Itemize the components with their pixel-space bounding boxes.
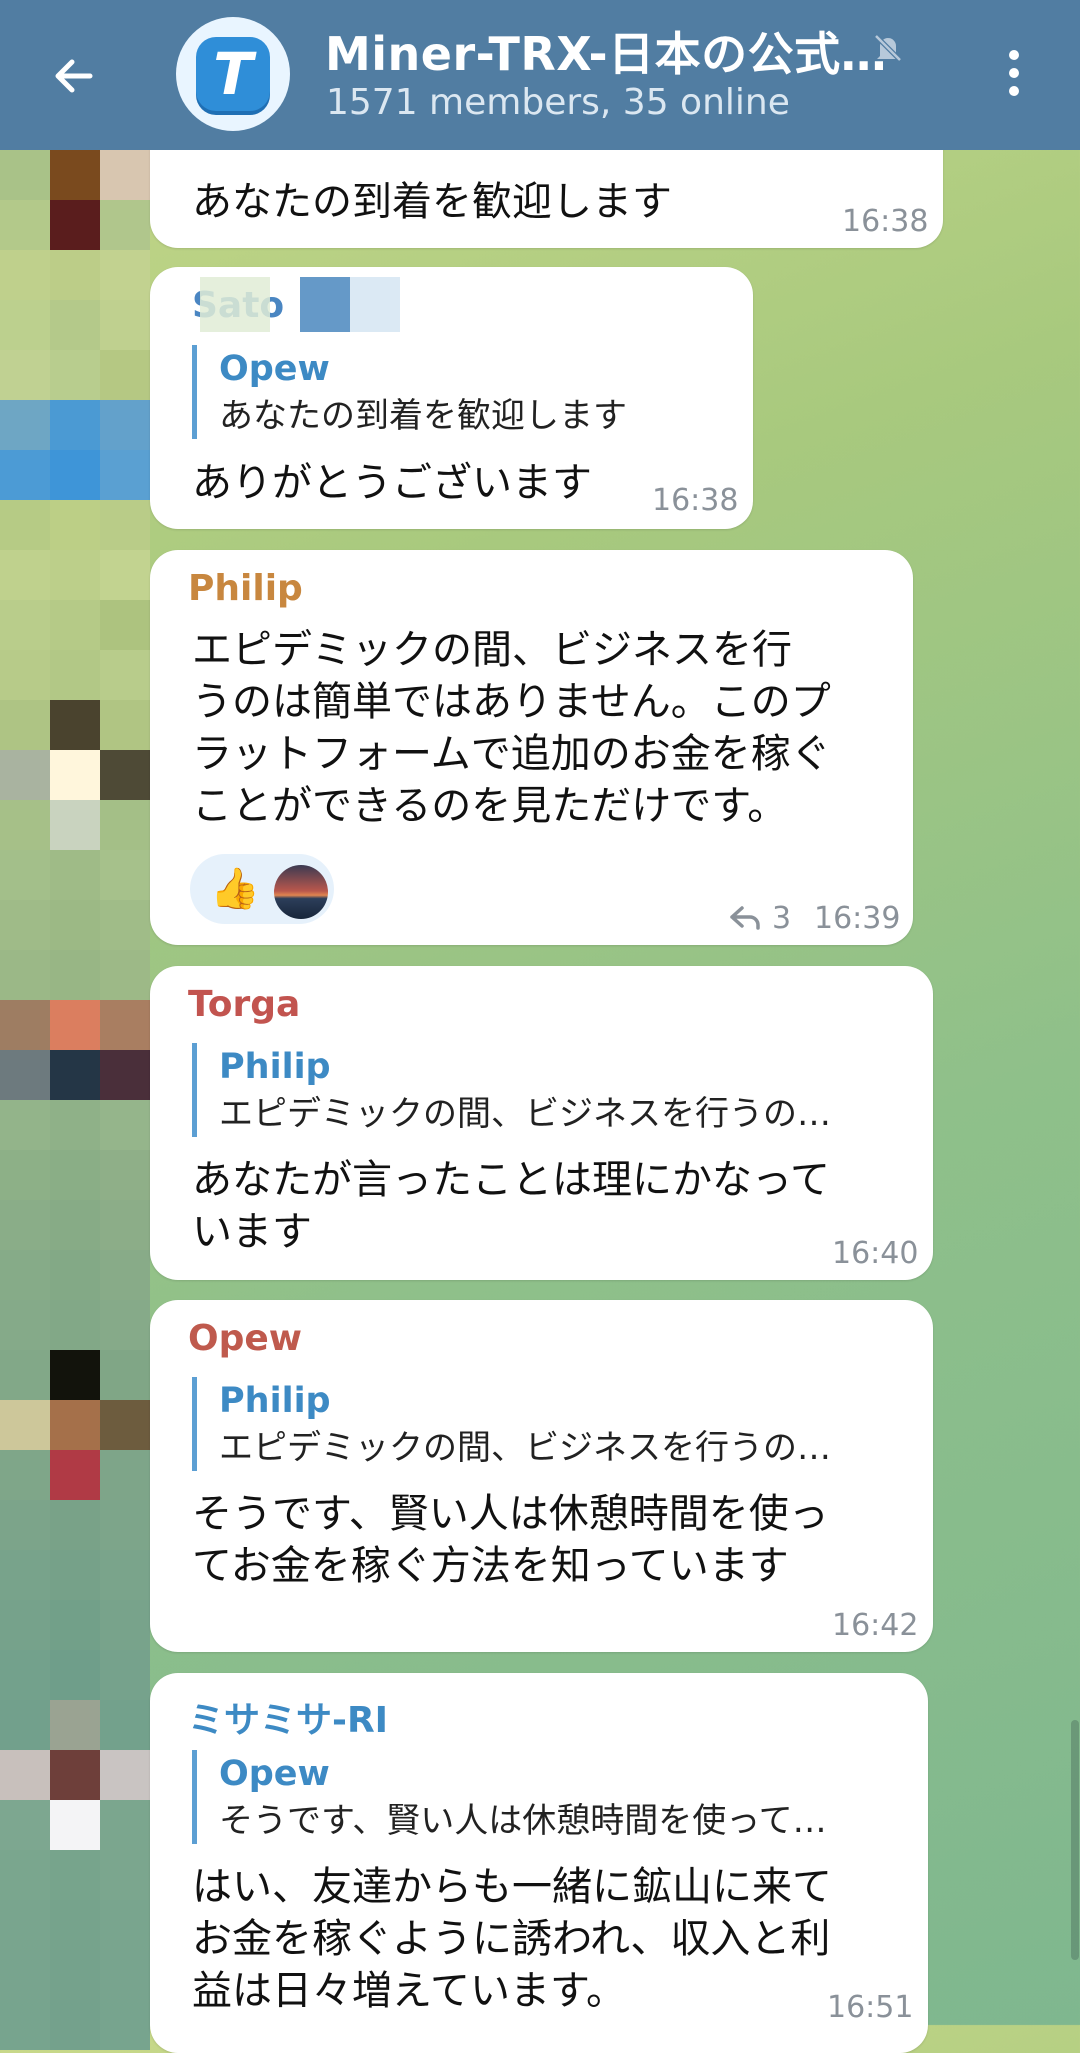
message-text: あなたが言ったことは理にかなって います: [192, 1157, 830, 1255]
more-vertical-icon[interactable]: [1003, 50, 1025, 100]
message-text: ありがとうございます: [192, 460, 592, 506]
message-time: 16:42: [832, 1608, 919, 1643]
reply-quote[interactable]: Philip エピデミックの間、ビジネスを行うの…: [192, 1043, 831, 1137]
reactor-avatar: [274, 865, 328, 919]
message-bubble[interactable]: Philip エピデミックの間、ビジネスを行 うのは簡単ではありません。このプ …: [150, 550, 913, 945]
redaction-pixels: [350, 277, 400, 332]
arrow-left-icon[interactable]: [50, 52, 98, 100]
reply-quote[interactable]: Philip エピデミックの間、ビジネスを行うの…: [192, 1377, 831, 1471]
message-bubble[interactable]: Sato Opew あなたの到着を歓迎します ありがとうございます 16:38: [150, 267, 753, 529]
chat-header: T Miner-TRX-日本の公式… 1571 members, 35 onli…: [0, 0, 1080, 150]
message-time: 16:51: [827, 1990, 914, 2025]
group-member-status: 1571 members, 35 online: [326, 82, 790, 123]
sender-name: Philip: [188, 568, 303, 609]
reply-sender: Opew: [219, 349, 330, 389]
scrollbar-thumb[interactable]: [1071, 1720, 1079, 1960]
message-text: エピデミックの間、ビジネスを行 うのは簡単ではありません。このプ ラットフォーム…: [192, 627, 831, 829]
group-avatar[interactable]: T: [176, 17, 290, 131]
message-bubble[interactable]: Torga Philip エピデミックの間、ビジネスを行うの… あなたが言ったこ…: [150, 966, 933, 1280]
reply-quote[interactable]: Opew あなたの到着を歓迎します: [192, 345, 627, 439]
message-time: 16:39: [814, 901, 901, 936]
message-text: あなたの到着を歓迎します: [192, 179, 672, 225]
reply-count[interactable]: 3: [772, 901, 791, 936]
reply-quote[interactable]: Opew そうです、賢い人は休憩時間を使って…: [192, 1750, 827, 1844]
reply-arrow-icon: [730, 906, 760, 930]
reply-sender: Philip: [219, 1047, 331, 1087]
message-bubble[interactable]: ミサミサ-RI Opew そうです、賢い人は休憩時間を使って… はい、友達からも…: [150, 1673, 928, 2053]
reply-text: エピデミックの間、ビジネスを行うの…: [219, 1428, 831, 1468]
redaction-pixels: [300, 277, 350, 332]
reply-text: エピデミックの間、ビジネスを行うの…: [219, 1094, 831, 1134]
message-time: 16:38: [842, 204, 929, 239]
reply-text: そうです、賢い人は休憩時間を使って…: [219, 1801, 827, 1841]
message-text: はい、友達からも一緒に鉱山に来て お金を稼ぐように誘われ、収入と利 益は日々増え…: [192, 1864, 832, 2014]
muted-bell-icon: [874, 34, 902, 62]
sender-name: ミサミサ-RI: [188, 1700, 389, 1741]
message-time: 16:40: [832, 1236, 919, 1271]
redaction-pixels: [200, 277, 270, 332]
group-logo: T: [196, 37, 270, 111]
reply-text: あなたの到着を歓迎します: [219, 396, 627, 436]
message-bubble[interactable]: Opew Philip エピデミックの間、ビジネスを行うの… そうです、賢い人は…: [150, 1300, 933, 1652]
thumbs-up-emoji: 👍: [210, 866, 260, 912]
reaction-chip[interactable]: 👍: [190, 854, 334, 924]
group-title[interactable]: Miner-TRX-日本の公式…: [325, 18, 887, 84]
sender-name: Opew: [188, 1318, 303, 1359]
message-text: そうです、賢い人は休憩時間を使っ てお金を稼ぐ方法を知っています: [192, 1491, 829, 1589]
message-time: 16:38: [652, 483, 739, 518]
reply-sender: Philip: [219, 1381, 331, 1421]
sender-name: Torga: [188, 984, 301, 1025]
sender-avatars-pixelated: [0, 150, 150, 2050]
reply-sender: Opew: [219, 1754, 330, 1794]
